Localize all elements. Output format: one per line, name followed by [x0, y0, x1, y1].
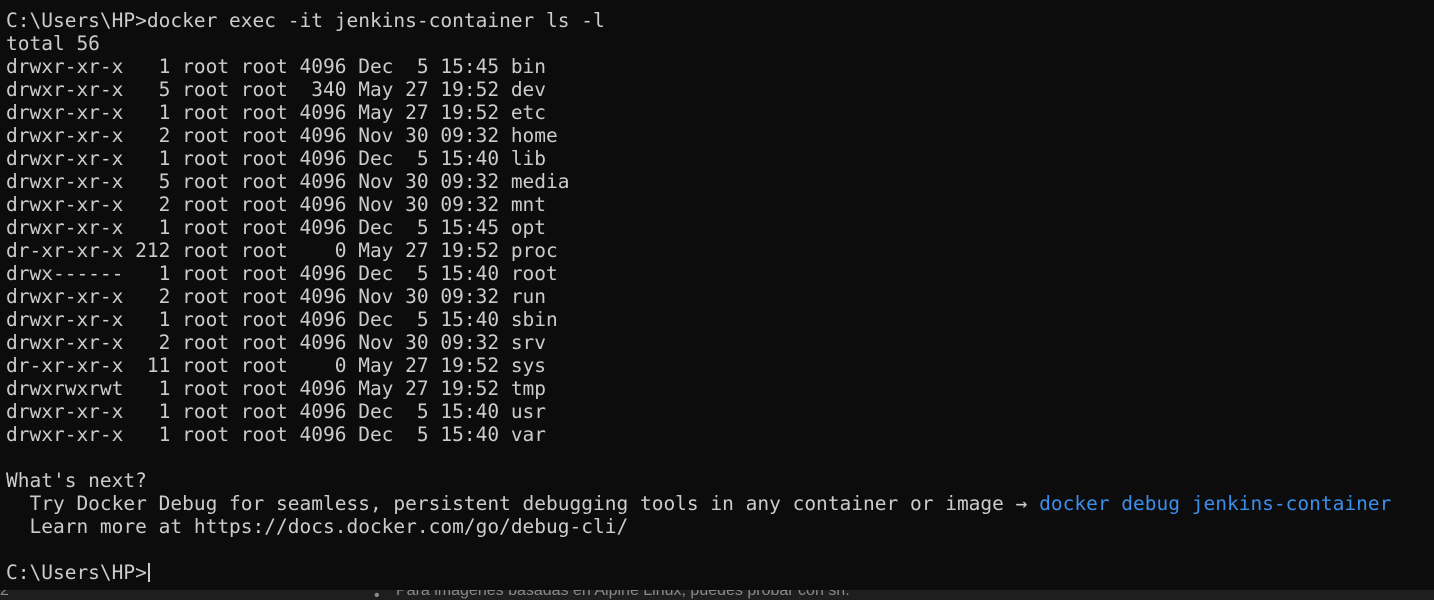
- whats-next-heading: What's next?: [6, 469, 147, 492]
- learn-more-line: Learn more at https://docs.docker.com/go…: [6, 515, 629, 538]
- listing-row: drwxr-xr-x 1 root root 4096 Dec 5 15:40 …: [6, 423, 547, 446]
- listing-row: drwxr-xr-x 5 root root 340 May 27 19:52 …: [6, 78, 547, 101]
- command-line: C:\Users\HP>docker exec -it jenkins-cont…: [6, 9, 605, 32]
- listing-row: drwxr-xr-x 1 root root 4096 Dec 5 15:45 …: [6, 55, 547, 78]
- listing-row: drwxr-xr-x 2 root root 4096 Nov 30 09:32…: [6, 193, 547, 216]
- total-line: total 56: [6, 32, 100, 55]
- listing-row: drwxr-xr-x 1 root root 4096 Dec 5 15:40 …: [6, 308, 558, 331]
- background-page-text: Para imágenes basadas en Alpine Linux, p…: [396, 590, 850, 599]
- listing-row: drwxr-xr-x 2 root root 4096 Nov 30 09:32…: [6, 285, 547, 308]
- listing-row: drwxr-xr-x 1 root root 4096 Dec 5 15:45 …: [6, 216, 547, 239]
- try-debug-text: Try Docker Debug for seamless, persisten…: [6, 492, 1040, 515]
- prompt: C:\Users\HP>: [6, 561, 147, 584]
- try-debug-line: Try Docker Debug for seamless, persisten…: [6, 492, 1434, 515]
- terminal-window[interactable]: C:\Users\HP>docker exec -it jenkins-cont…: [0, 0, 1434, 590]
- listing-row: drwx------ 1 root root 4096 Dec 5 15:40 …: [6, 262, 558, 285]
- background-edge-text: 2: [0, 590, 9, 599]
- listing-row: dr-xr-xr-x 212 root root 0 May 27 19:52 …: [6, 239, 558, 262]
- directory-listing: drwxr-xr-x 1 root root 4096 Dec 5 15:45 …: [6, 55, 1434, 446]
- docker-debug-command[interactable]: docker debug jenkins-container: [1039, 492, 1391, 515]
- bullet-icon: •: [374, 590, 380, 600]
- listing-row: drwxr-xr-x 2 root root 4096 Nov 30 09:32…: [6, 331, 547, 354]
- background-page-strip: 2 • Para imágenes basadas en Alpine Linu…: [0, 590, 1434, 600]
- listing-row: drwxr-xr-x 5 root root 4096 Nov 30 09:32…: [6, 170, 570, 193]
- text-cursor: [147, 563, 150, 582]
- listing-row: drwxr-xr-x 2 root root 4096 Nov 30 09:32…: [6, 124, 558, 147]
- prompt-line[interactable]: C:\Users\HP>: [6, 561, 1434, 584]
- listing-row: dr-xr-xr-x 11 root root 0 May 27 19:52 s…: [6, 354, 547, 377]
- listing-row: drwxr-xr-x 1 root root 4096 Dec 5 15:40 …: [6, 400, 547, 423]
- listing-row: drwxrwxrwt 1 root root 4096 May 27 19:52…: [6, 377, 547, 400]
- listing-row: drwxr-xr-x 1 root root 4096 May 27 19:52…: [6, 101, 547, 124]
- listing-row: drwxr-xr-x 1 root root 4096 Dec 5 15:40 …: [6, 147, 547, 170]
